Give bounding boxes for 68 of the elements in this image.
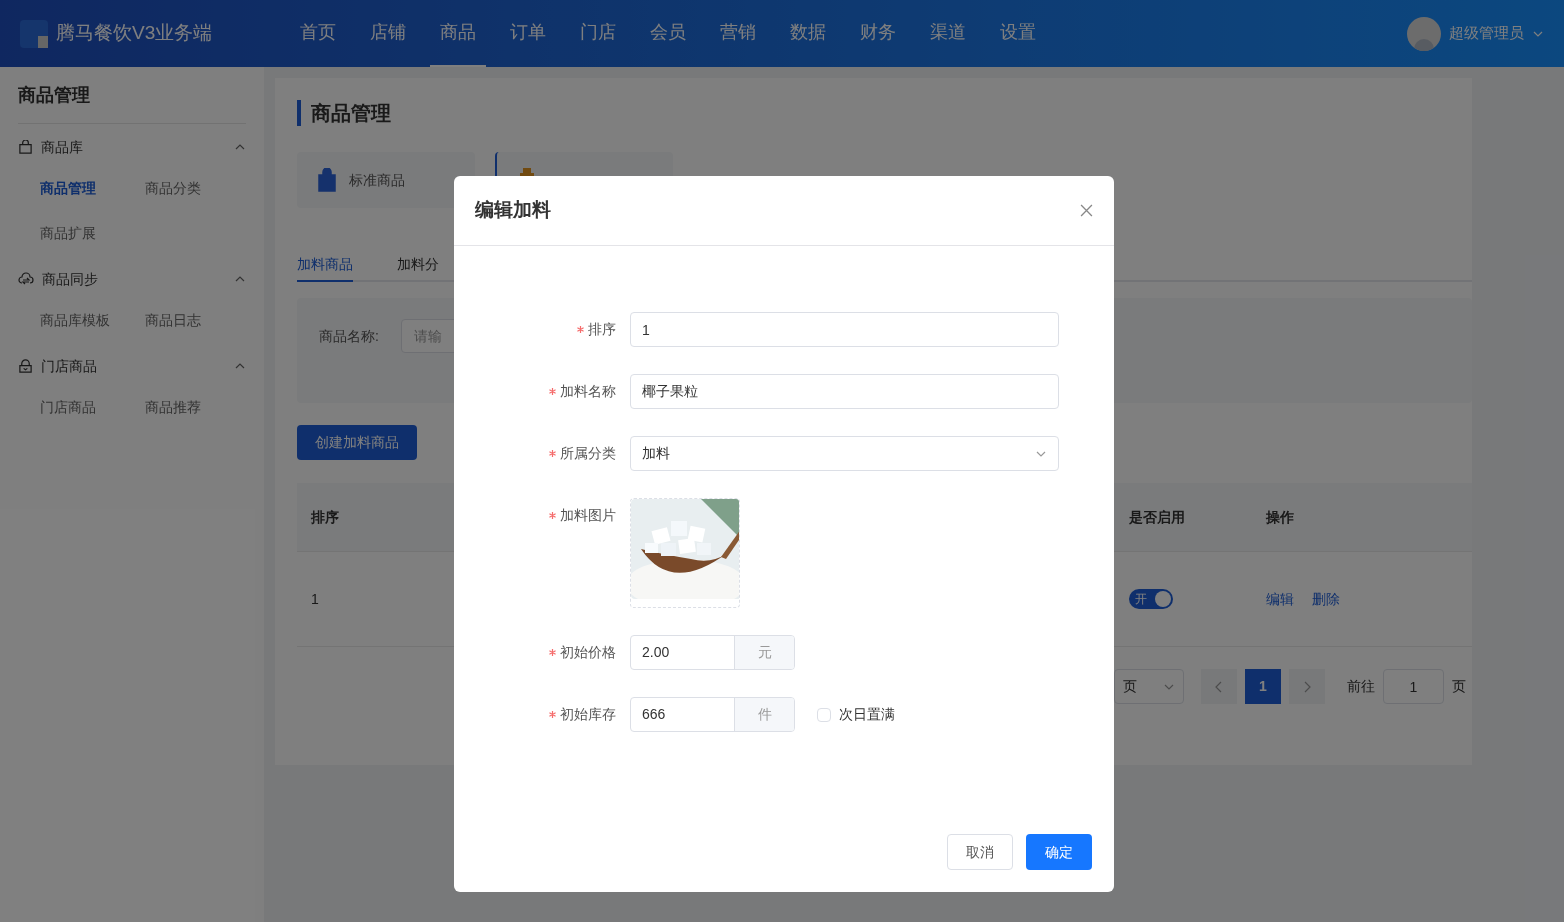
sidebar-title: 商品管理 [18,67,246,124]
sidebar-item[interactable]: 商品推荐 [145,385,250,430]
page-number-button[interactable]: 1 [1245,669,1281,704]
cancel-button[interactable]: 取消 [947,834,1013,870]
page-title: 商品管理 [297,100,1450,126]
avatar-icon[interactable] [1407,16,1441,51]
nav-tab[interactable]: 首页 [290,0,346,67]
unit-field[interactable]: 666 件 [630,697,795,732]
column-header: 是否启用 [1129,508,1185,525]
text-field[interactable]: 椰子果粒 [630,374,1059,409]
table-action-link[interactable]: 删除 [1312,588,1340,610]
sidebar-item[interactable]: 门店商品 [40,385,145,430]
refill-checkbox[interactable]: 次日置满 [817,697,895,732]
confirm-button[interactable]: 确定 [1026,834,1092,870]
create-button[interactable]: 创建加料商品 [297,425,417,460]
field-label: 初始价格 [560,643,616,662]
sidebar-item[interactable]: 商品管理 [40,166,145,211]
close-icon[interactable] [1080,204,1093,217]
column-header: 排序 [311,508,339,525]
tab[interactable]: 加料商品 [297,248,353,282]
nav-tab[interactable]: 数据 [780,0,836,67]
sidebar-group-title[interactable]: 商品同步 [42,268,98,290]
nav-tab[interactable]: 门店 [570,0,626,67]
column-header: 操作 [1266,507,1294,527]
field-label: 所属分类 [560,444,616,463]
nav-tab[interactable]: 设置 [990,0,1046,67]
enable-switch[interactable]: 开 [1129,589,1173,609]
product-type-card[interactable]: 标准商品 [297,152,475,208]
previous-page-button[interactable] [1201,669,1237,704]
nav-tab[interactable]: 商品 [430,0,486,67]
page-suffix: 页 [1452,677,1466,696]
chevron-left-icon [1215,680,1223,693]
nav-tab[interactable]: 营销 [710,0,766,67]
nav-tab[interactable]: 店铺 [360,0,416,67]
category-select[interactable]: 加料 [630,436,1059,471]
nav-tab[interactable]: 订单 [500,0,556,67]
sidebar-item[interactable]: 商品日志 [145,298,250,343]
nav-tab[interactable]: 会员 [640,0,696,67]
shopping-bag-icon [18,139,33,155]
table-cell-text: 1 [310,589,320,609]
sidebar-item[interactable]: 商品扩展 [40,211,145,256]
cloud-sync-icon [18,272,34,286]
horse-logo-icon [20,19,48,48]
field-label: 加料图片 [560,506,616,525]
product-type-label: 标准商品 [349,170,405,190]
field-label: 排序 [588,320,616,339]
lock-bag-icon [18,358,33,374]
goto-label: 前往 [1347,677,1375,696]
field-label: 初始库存 [560,705,616,724]
sidebar-group-title[interactable]: 商品库 [41,136,83,158]
dialog-title: 编辑加料 [475,198,551,223]
sidebar-group-title[interactable]: 门店商品 [41,355,97,377]
unit-field[interactable]: 2.00 元 [630,635,795,670]
sidebar-item[interactable]: 商品分类 [145,166,250,211]
sidebar-item[interactable]: 商品库模板 [40,298,145,343]
chevron-right-icon [1303,680,1311,693]
tab[interactable]: 加料分 [397,248,439,282]
shopping-bag-icon [317,168,337,192]
filter-label: 商品名称: [319,327,379,346]
field-label: 加料名称 [560,382,616,401]
table-action-link[interactable]: 编辑 [1266,588,1294,610]
nav-tab[interactable]: 财务 [850,0,906,67]
user-name[interactable]: 超级管理员 [1449,22,1524,45]
brand-name: 腾马餐饮V3业务端 [56,21,214,46]
next-page-button[interactable] [1289,669,1325,704]
goto-page-field[interactable]: 1 [1383,669,1444,704]
nav-tab[interactable]: 渠道 [920,0,976,67]
text-field[interactable]: 1 [630,312,1059,347]
